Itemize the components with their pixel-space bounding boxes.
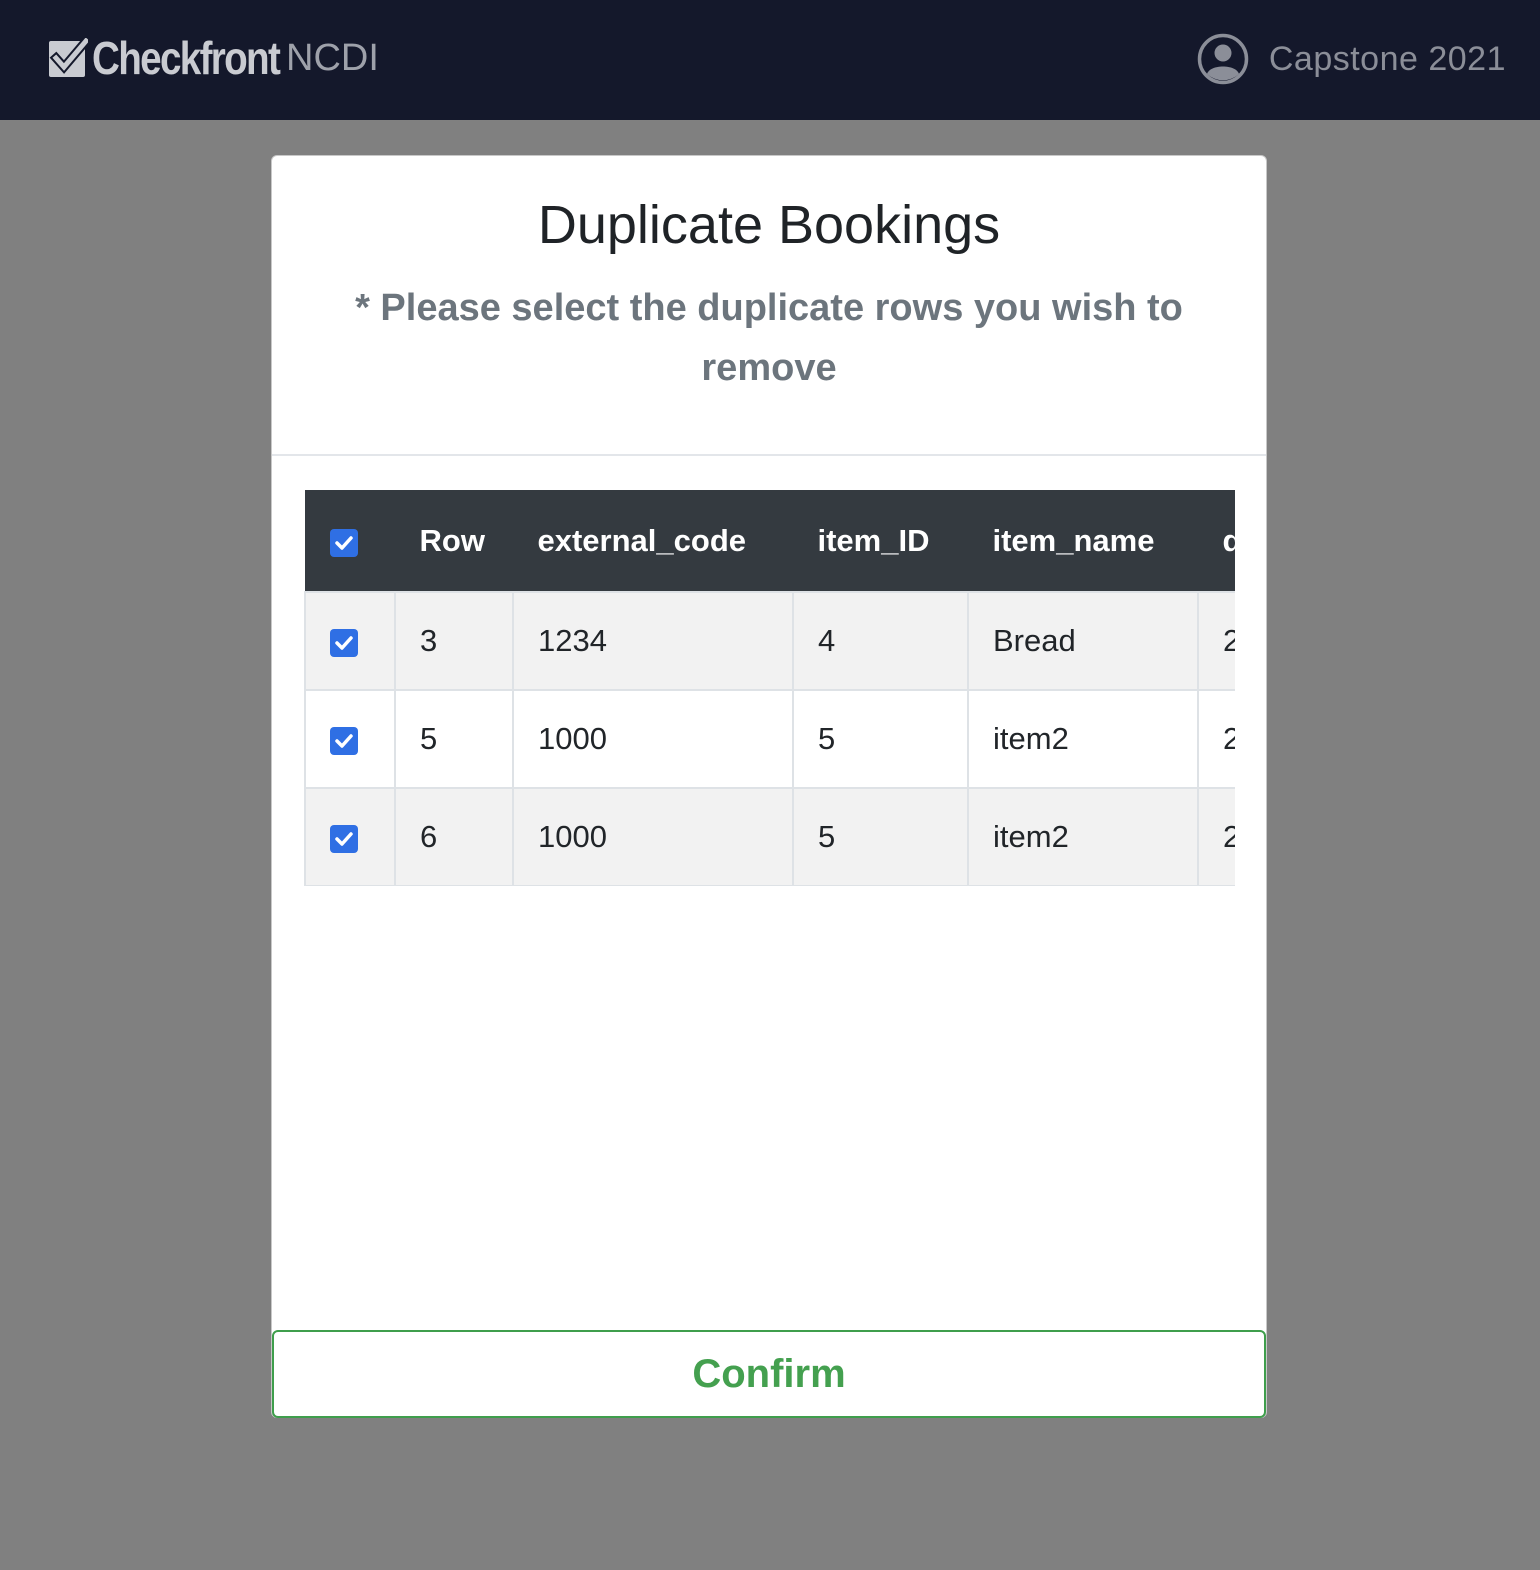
checkmark-icon	[334, 536, 353, 550]
checkmark-icon	[335, 636, 353, 650]
cell-truncated: 2	[1197, 689, 1235, 789]
checkmark-icon	[335, 832, 353, 846]
cell-item-name: item2	[967, 689, 1199, 789]
user-menu[interactable]: Capstone 2021	[1197, 30, 1506, 88]
cell-row: 6	[394, 787, 514, 886]
row-select-cell	[304, 787, 396, 886]
column-header-item-id[interactable]: item_ID	[792, 490, 969, 593]
select-all-checkbox[interactable]	[329, 528, 358, 557]
cell-row: 3	[394, 591, 514, 691]
row-select-cell	[304, 689, 396, 789]
modal-instructions: * Please select the duplicate rows you w…	[355, 287, 1183, 389]
table-row[interactable]: 3 1234 4 Bread 2	[304, 591, 1235, 691]
cell-item-id: 5	[792, 787, 969, 886]
cell-truncated: 2	[1197, 591, 1235, 691]
cell-external-code: 1000	[512, 689, 794, 789]
cell-item-id: 5	[792, 689, 969, 789]
confirm-button[interactable]: Confirm	[272, 1330, 1266, 1418]
column-header-truncated[interactable]: d	[1197, 490, 1235, 593]
modal-header: Duplicate Bookings * Please select the d…	[272, 156, 1266, 456]
table-row[interactable]: 6 1000 5 item2 2	[304, 787, 1235, 886]
user-name: Capstone 2021	[1268, 39, 1506, 78]
cell-item-id: 4	[792, 591, 969, 691]
column-header-row[interactable]: Row	[394, 490, 514, 593]
cell-item-name: item2	[967, 787, 1199, 886]
top-navbar: Checkfront NCDI Capstone 2021	[0, 0, 1540, 120]
org-name: NCDI	[286, 36, 379, 79]
table-header-row: Row external_code item_ID item_name d	[304, 490, 1235, 593]
cell-item-name: Bread	[967, 591, 1199, 691]
duplicates-table: Row external_code item_ID item_name d 3 …	[304, 490, 1235, 886]
cell-truncated: 2	[1197, 787, 1235, 886]
cell-external-code: 1234	[512, 591, 794, 691]
checkmark-icon	[335, 734, 353, 748]
row-select-cell	[304, 591, 396, 691]
row-checkbox[interactable]	[330, 628, 358, 657]
checkbox-check-icon	[49, 38, 88, 77]
column-header-external-code[interactable]: external_code	[512, 490, 794, 593]
column-header-item-name[interactable]: item_name	[967, 490, 1199, 593]
brand-logo[interactable]: Checkfront NCDI	[48, 30, 379, 86]
duplicates-table-container[interactable]: Row external_code item_ID item_name d 3 …	[304, 490, 1235, 886]
duplicate-bookings-modal: Duplicate Bookings * Please select the d…	[271, 155, 1267, 1418]
table-row[interactable]: 5 1000 5 item2 2	[304, 689, 1235, 789]
modal-title: Duplicate Bookings	[537, 195, 1001, 255]
cell-external-code: 1000	[512, 787, 794, 886]
row-checkbox[interactable]	[330, 824, 358, 853]
row-checkbox[interactable]	[330, 726, 358, 755]
brand-name: Checkfront	[92, 32, 281, 84]
user-circle-icon	[1197, 33, 1249, 85]
cell-row: 5	[394, 689, 514, 789]
select-all-cell	[304, 490, 396, 593]
